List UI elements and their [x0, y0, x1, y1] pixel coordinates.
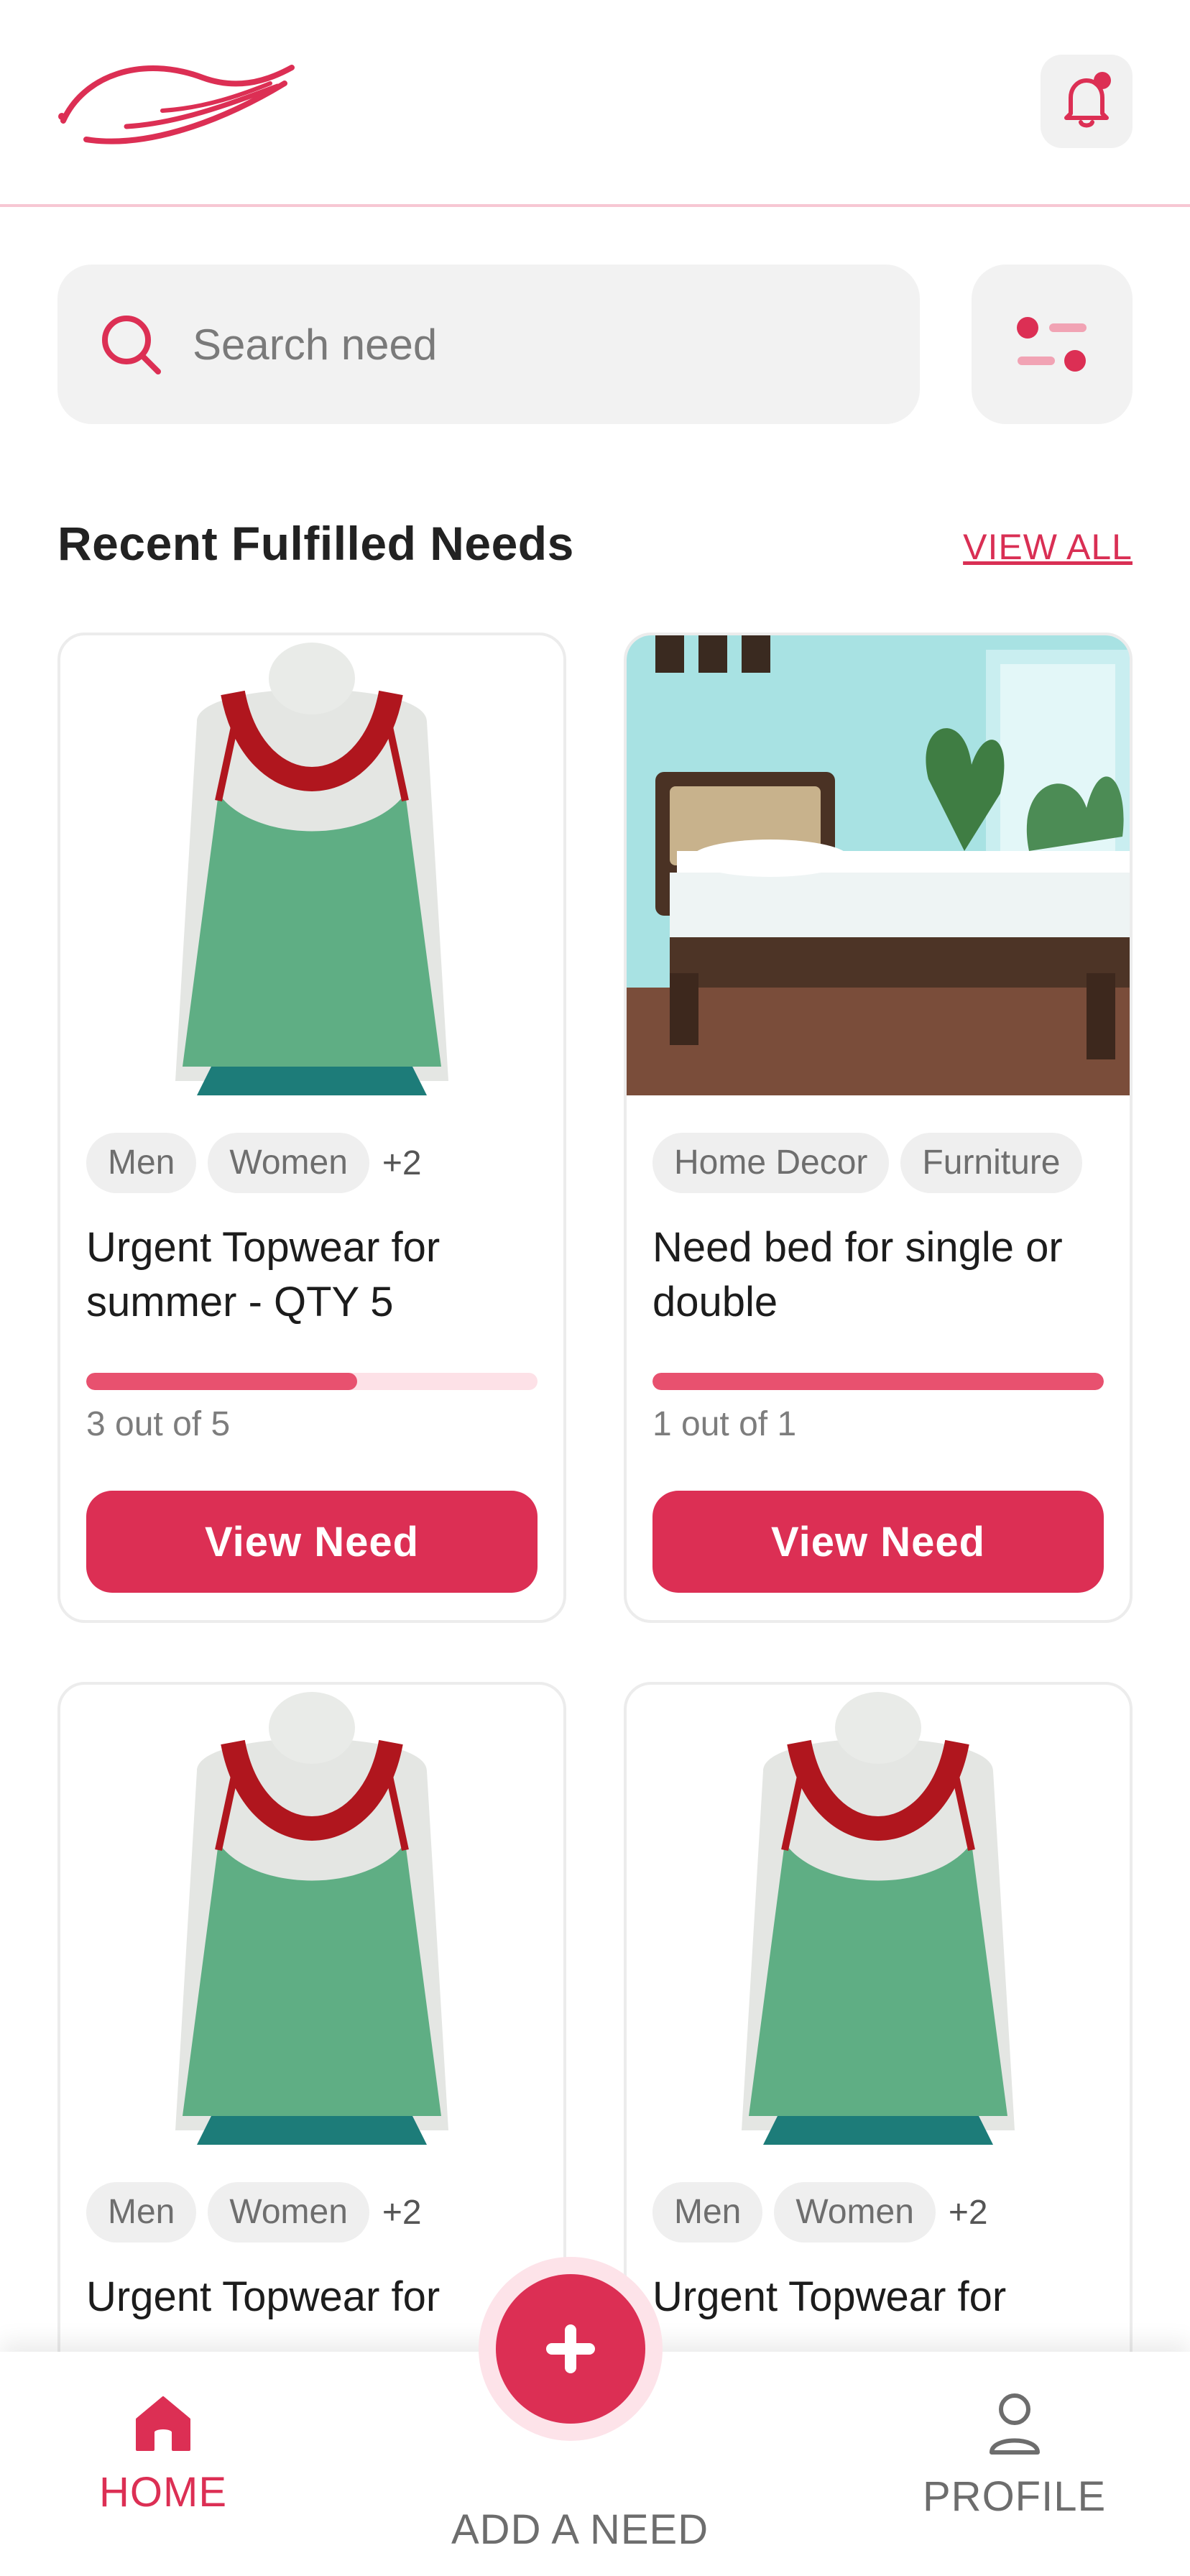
nav-home-label: HOME: [99, 2469, 227, 2516]
progress-fill: [86, 1373, 357, 1390]
user-icon: [989, 2393, 1040, 2455]
notification-dot: [1094, 72, 1111, 89]
search-bar[interactable]: [57, 264, 920, 424]
tag-chip[interactable]: Men: [86, 2182, 197, 2242]
wing-logo-icon[interactable]: [55, 55, 296, 152]
nav-profile-label: PROFILE: [923, 2473, 1107, 2520]
need-card[interactable]: Home Decor Furniture Need bed for single…: [624, 632, 1133, 1623]
need-title: Urgent Topwear for summer - QTY 5: [86, 1224, 441, 1325]
need-title: Urgent Topwear for: [86, 2273, 441, 2320]
progress-text: 1 out of 1: [652, 1405, 797, 1443]
filter-icon: [1017, 317, 1087, 372]
need-image-tank-top: [60, 1685, 563, 2145]
tag-list: Men Women +2: [86, 2182, 422, 2242]
tag-chip[interactable]: Women: [208, 1133, 369, 1193]
app-header: [0, 0, 1190, 207]
tag-chip[interactable]: Home Decor: [652, 1133, 890, 1193]
more-tags-count[interactable]: +2: [382, 2193, 422, 2232]
view-need-button[interactable]: View Need: [86, 1491, 538, 1593]
search-icon: [98, 311, 164, 377]
tag-chip[interactable]: Women: [208, 2182, 369, 2242]
nav-home[interactable]: HOME: [99, 2392, 227, 2516]
home-icon: [136, 2396, 190, 2451]
more-tags-count[interactable]: +2: [382, 1144, 422, 1183]
nav-add-need[interactable]: ADD A NEED: [451, 2506, 709, 2554]
section-title: Recent Fulfilled Needs: [57, 517, 574, 570]
need-title: Urgent Topwear for: [652, 2273, 1007, 2320]
notification-button[interactable]: [1041, 55, 1133, 148]
add-need-fab-ring: [479, 2257, 663, 2441]
tag-chip[interactable]: Men: [652, 2182, 763, 2242]
filter-button[interactable]: [972, 264, 1133, 424]
tag-chip[interactable]: Men: [86, 1133, 197, 1193]
nav-add-label: ADD A NEED: [451, 2506, 709, 2553]
progress-bar: [652, 1373, 1104, 1390]
tag-chip[interactable]: Women: [774, 2182, 936, 2242]
add-need-button[interactable]: [496, 2274, 645, 2424]
progress-bar: [86, 1373, 538, 1390]
tag-list: Home Decor Furniture: [652, 1133, 1082, 1193]
need-card[interactable]: Men Women +2 Urgent Topwear for summer -…: [57, 632, 566, 1623]
need-image-tank-top: [60, 635, 563, 1095]
progress-text: 3 out of 5: [86, 1405, 231, 1443]
need-title: Need bed for single or double: [652, 1224, 1063, 1325]
need-image-tank-top: [627, 1685, 1130, 2145]
nav-profile[interactable]: PROFILE: [923, 2392, 1106, 2521]
need-image-bed: [627, 635, 1130, 1095]
plus-icon: [546, 2324, 595, 2373]
search-input[interactable]: [193, 319, 839, 369]
view-need-button[interactable]: View Need: [652, 1491, 1104, 1593]
more-tags-count[interactable]: +2: [949, 2193, 988, 2232]
tag-list: Men Women +2: [86, 1133, 422, 1193]
progress-fill: [652, 1373, 1104, 1390]
tag-list: Men Women +2: [652, 2182, 988, 2242]
tag-chip[interactable]: Furniture: [900, 1133, 1082, 1193]
view-all-link[interactable]: VIEW ALL: [963, 526, 1133, 568]
bell-icon: [1064, 72, 1111, 128]
